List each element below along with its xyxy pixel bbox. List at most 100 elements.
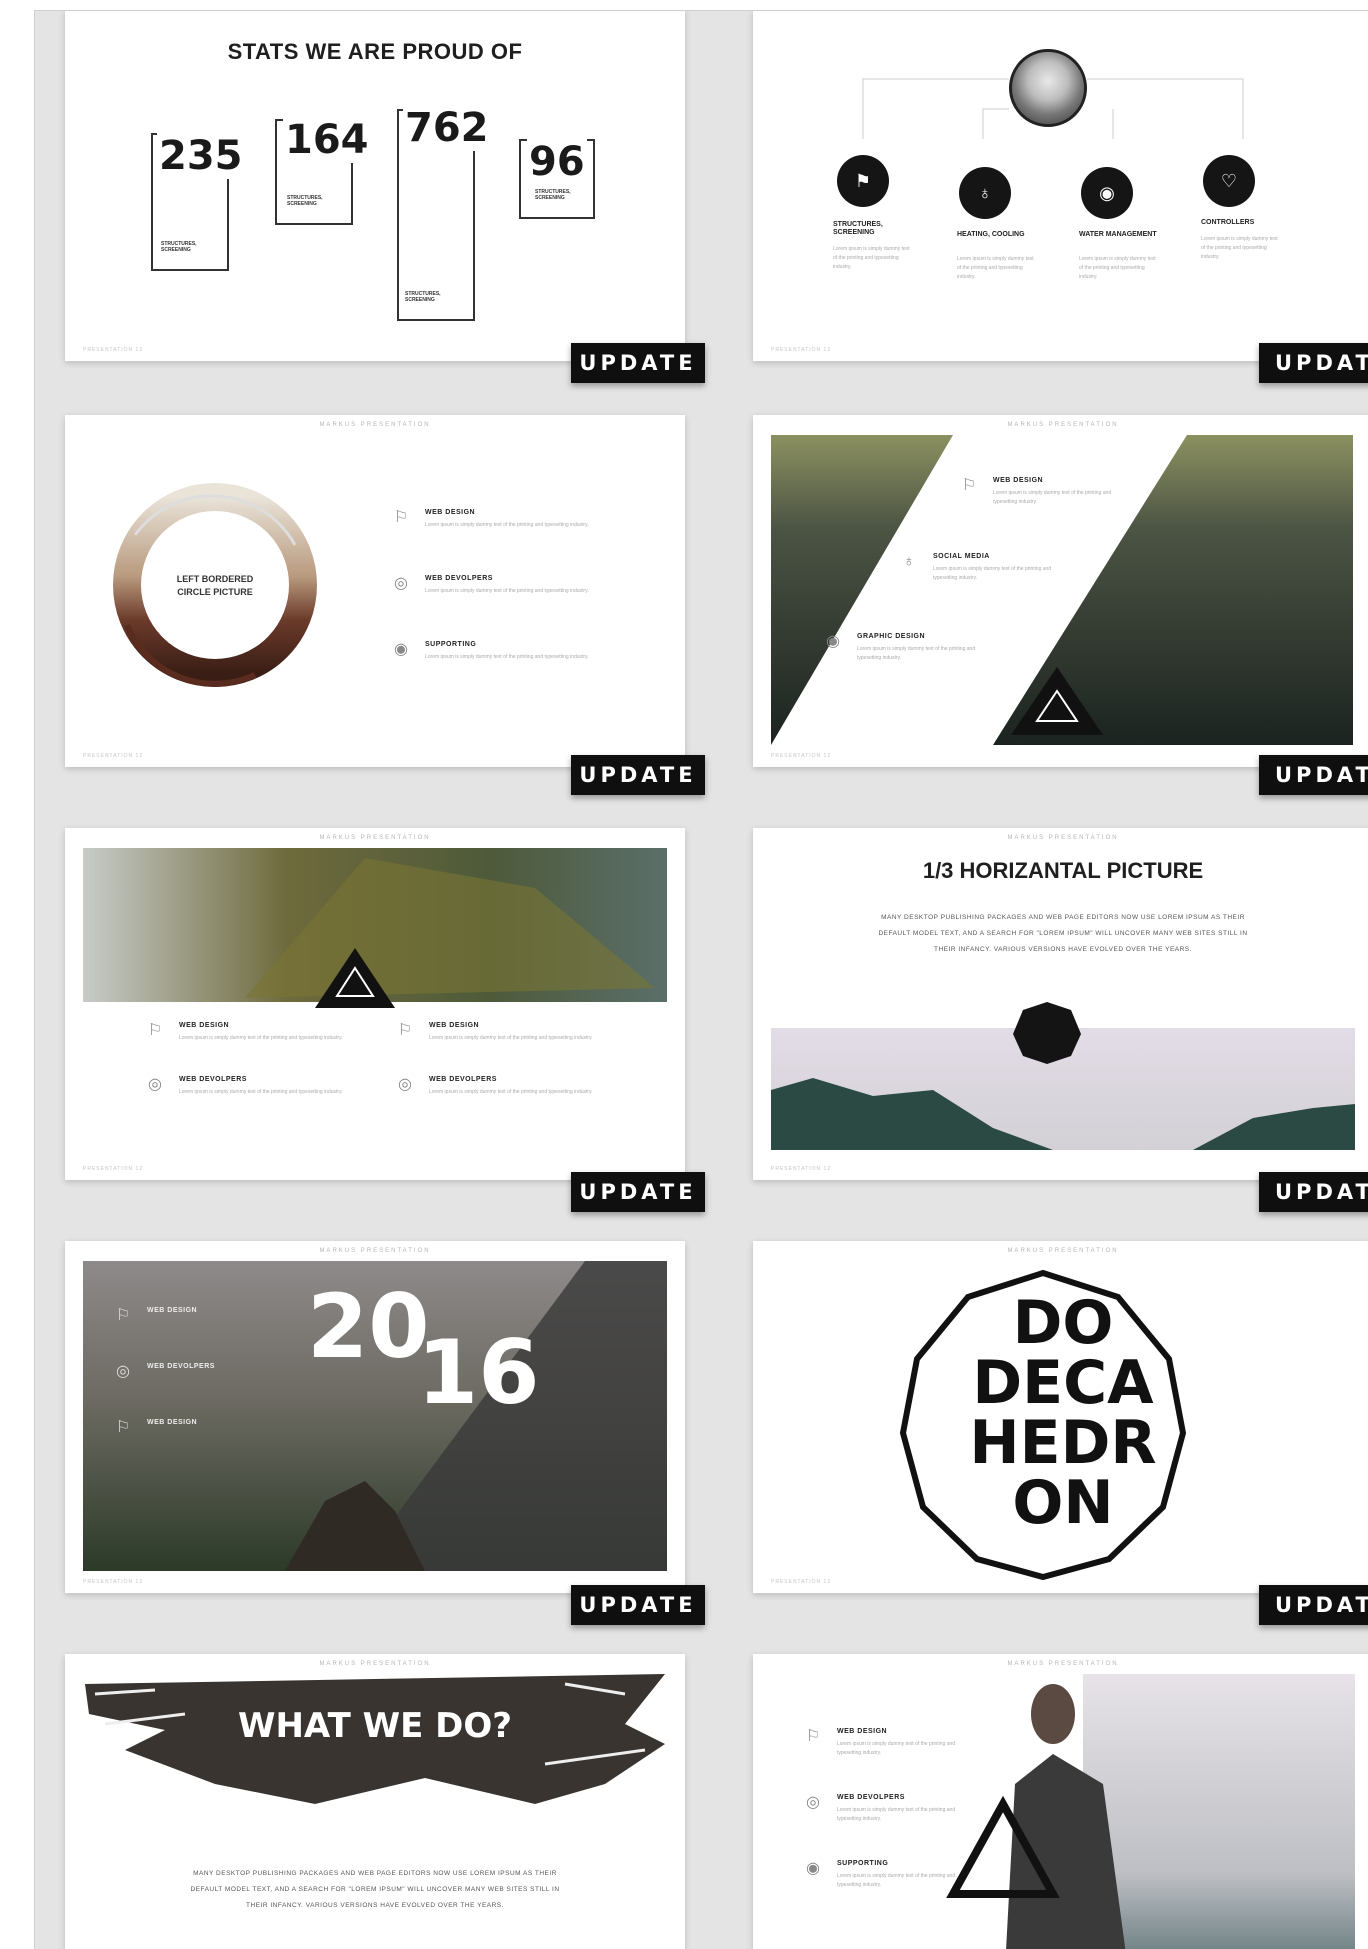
feature-item: ⚐ WEB DESIGN Lorem ipsum is simply dummy… xyxy=(803,1728,977,1758)
feature-text: Lorem ipsum is simply dummy text of the … xyxy=(857,646,976,661)
slide-mountain-header[interactable]: MARKUS PRESENTATION ⚐ WEB DESIGN Lorem i… xyxy=(65,828,685,1180)
slide-footer: PRESENTATION 12 xyxy=(771,753,832,759)
feature-text: Lorem ipsum is simply dummy text of the … xyxy=(933,566,1052,581)
feature-text: Lorem ipsum is simply dummy text of the … xyxy=(425,654,589,660)
forest-picture xyxy=(771,435,1353,745)
stat-value: 762 xyxy=(403,105,491,151)
feature-text: Lorem ipsum is simply dummy text of the … xyxy=(429,1089,593,1095)
feature-title: GRAPHIC DESIGN xyxy=(857,633,926,640)
slide-stats[interactable]: STATS WE ARE PROUD OF 235 STRUCTURES, SC… xyxy=(65,11,685,361)
node-title: CONTROLLERS xyxy=(1201,219,1255,226)
feature-text: Lorem ipsum is simply dummy text of the … xyxy=(179,1089,343,1095)
slide-footer: PRESENTATION 12 xyxy=(771,1166,832,1172)
feature-item: ◎ WEB DEVOLPERS Lorem ipsum is simply du… xyxy=(803,1794,977,1824)
feature-item: ◎ WEB DEVOLPERS Lorem ipsum is simply du… xyxy=(145,1076,349,1097)
feature-item: ◉ SUPPORTING Lorem ipsum is simply dummy… xyxy=(391,641,595,662)
slide-footer: PRESENTATION 12 xyxy=(83,1166,144,1172)
update-button[interactable]: UPDATE xyxy=(1259,1585,1368,1625)
feature-item: ◉ GRAPHIC DESIGN Lorem ipsum is simply d… xyxy=(823,633,987,663)
node-text: Lorem ipsum is simply dummy text of the … xyxy=(1201,236,1278,260)
update-button[interactable]: UPDATE xyxy=(571,343,705,383)
slide-footer: PRESENTATION 12 xyxy=(83,753,144,759)
circle-label: LEFT BORDERED xyxy=(176,574,254,584)
slide-org-chart[interactable]: ⚑ ♁ ◉ ♡ STRUCTURES, SCREENING HEATING, C… xyxy=(753,11,1368,361)
feature-text: Lorem ipsum is simply dummy text of the … xyxy=(425,588,589,594)
slide-what-we-do[interactable]: MARKUS PRESENTATION WHAT WE DO? MANY DES… xyxy=(65,1654,685,1949)
node-title: STRUCTURES, SCREENING xyxy=(833,221,883,236)
feature-text: Lorem ipsum is simply dummy text of the … xyxy=(425,522,589,528)
feature-text: Lorem ipsum is simply dummy text of the … xyxy=(837,1807,956,1822)
pin-icon: ♁ xyxy=(959,167,1011,219)
target-icon: ◎ xyxy=(148,1076,162,1093)
feature-title: WEB DESIGN xyxy=(179,1022,230,1029)
update-button[interactable]: UPDATE xyxy=(571,1172,705,1212)
slide-year-2016[interactable]: MARKUS PRESENTATION 20 16 ⚐ WEB DESIGN ◎… xyxy=(65,1241,685,1593)
pin-icon: ♁ xyxy=(903,553,915,570)
slide-dodecahedron[interactable]: MARKUS PRESENTATION DO DECA HEDR ON PRES… xyxy=(753,1241,1368,1593)
node-title: WATER MANAGEMENT xyxy=(1079,231,1157,238)
flag-icon: ⚑ xyxy=(837,155,889,207)
feature-title: WEB DEVOLPERS xyxy=(429,1076,497,1083)
feature-item: ♁ SOCIAL MEDIA Lorem ipsum is simply dum… xyxy=(899,553,1063,583)
stat-value: 164 xyxy=(283,117,371,163)
node-title: HEATING, COOLING xyxy=(957,231,1025,238)
year-part: 20 xyxy=(307,1275,430,1378)
node-text: Lorem ipsum is simply dummy text of the … xyxy=(833,246,910,270)
feature-title: WEB DEVOLPERS xyxy=(147,1363,215,1370)
feature-title: WEB DEVOLPERS xyxy=(425,575,493,582)
target-icon: ◎ xyxy=(806,1794,820,1811)
feature-title: WEB DESIGN xyxy=(837,1728,888,1735)
stat-value: 96 xyxy=(527,139,587,185)
heart-icon: ♡ xyxy=(1203,155,1255,207)
year-part: 16 xyxy=(417,1321,540,1424)
node-text: Lorem ipsum is simply dummy text of the … xyxy=(1079,256,1156,280)
update-button[interactable]: UPDATE xyxy=(1259,343,1368,383)
presentation-board: STATS WE ARE PROUD OF 235 STRUCTURES, SC… xyxy=(34,10,1368,1949)
flag-icon: ⚐ xyxy=(393,509,409,526)
mountain-picture xyxy=(83,848,667,1008)
update-button[interactable]: UPDATE xyxy=(571,1585,705,1625)
flag-icon: ⚐ xyxy=(115,1419,131,1436)
feature-item: ◎ WEB DEVOLPERS Lorem ipsum is simply du… xyxy=(391,575,595,596)
slide-body: MANY DESKTOP PUBLISHING PACKAGES AND WEB… xyxy=(190,1870,560,1909)
target-icon: ◎ xyxy=(398,1076,412,1093)
feature-title: WEB DESIGN xyxy=(425,509,476,516)
flag-icon: ⚐ xyxy=(397,1022,413,1039)
feature-text: Lorem ipsum is simply dummy text of the … xyxy=(429,1035,593,1041)
eye-icon: ◉ xyxy=(806,1860,820,1877)
feature-title: SOCIAL MEDIA xyxy=(933,553,990,560)
feature-text: Lorem ipsum is simply dummy text of the … xyxy=(993,490,1112,505)
update-button[interactable]: UPDATE xyxy=(1259,755,1368,795)
slide-horizontal-picture[interactable]: MARKUS PRESENTATION 1/3 HORIZANTAL PICTU… xyxy=(753,828,1368,1180)
slide-portrait-features[interactable]: MARKUS PRESENTATION ⚐ WEB DESIGN Lorem i… xyxy=(753,1654,1368,1949)
stat-label: STRUCTURES, SCREENING xyxy=(405,291,441,303)
feature-title: WEB DESIGN xyxy=(993,477,1044,484)
feature-item: ⚐ WEB DESIGN Lorem ipsum is simply dummy… xyxy=(145,1022,349,1043)
feature-title: WEB DESIGN xyxy=(429,1022,480,1029)
circle-label: CIRCLE PICTURE xyxy=(177,587,253,597)
slide-footer: PRESENTATION 12 xyxy=(83,347,144,353)
stat-label: STRUCTURES, SCREENING xyxy=(287,195,323,207)
feature-title: SUPPORTING xyxy=(837,1860,889,1867)
update-button[interactable]: UPDATE xyxy=(571,755,705,795)
stat-label: STRUCTURES, SCREENING xyxy=(535,189,571,201)
slide-footer: PRESENTATION 12 xyxy=(83,1579,144,1585)
slide-footer: PRESENTATION 12 xyxy=(771,347,832,353)
stat-value: 235 xyxy=(157,133,245,179)
feature-item: ⚐ WEB DESIGN xyxy=(113,1419,197,1437)
feature-text: Lorem ipsum is simply dummy text of the … xyxy=(837,1873,956,1888)
feature-item: ⚐ WEB DESIGN Lorem ipsum is simply dummy… xyxy=(395,1022,599,1043)
eye-icon: ◉ xyxy=(826,633,840,650)
slide-footer: PRESENTATION 12 xyxy=(771,1579,832,1585)
slide-forest-diagonal[interactable]: MARKUS PRESENTATION ⚐ WEB DESIGN Lorem i… xyxy=(753,415,1368,767)
eye-icon: ◉ xyxy=(394,641,408,658)
slide-circle-picture[interactable]: MARKUS PRESENTATION LEFT BORDERED CIRCLE… xyxy=(65,415,685,767)
feature-title: WEB DEVOLPERS xyxy=(837,1794,905,1801)
slide-kicker: MARKUS PRESENTATION xyxy=(319,422,431,428)
portrait-avatar xyxy=(1009,49,1087,127)
feature-title: WEB DESIGN xyxy=(147,1307,198,1314)
stat-label: STRUCTURES, SCREENING xyxy=(161,241,197,253)
update-button[interactable]: UPDATE xyxy=(1259,1172,1368,1212)
fog-forest-picture xyxy=(771,1002,1355,1150)
feature-item: ◎ WEB DEVOLPERS xyxy=(113,1363,215,1381)
